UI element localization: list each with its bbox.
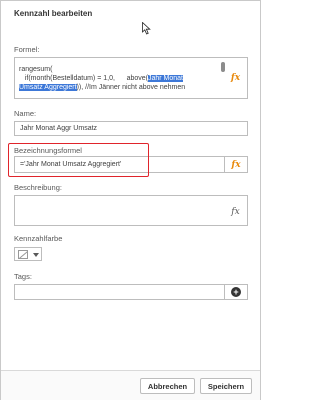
dialog-header: Kennzahl bearbeiten — [1, 1, 260, 25]
formula-label: Formel: — [14, 45, 40, 54]
name-input[interactable]: Jahr Monat Aggr Umsatz — [20, 125, 97, 132]
tags-field[interactable]: + — [14, 284, 248, 300]
save-button[interactable]: Speichern — [200, 378, 252, 394]
color-swatch-icon — [18, 250, 28, 259]
plus-circle-icon: + — [231, 287, 241, 297]
name-field[interactable]: Jahr Monat Aggr Umsatz — [14, 121, 248, 136]
formula-fx-icon[interactable]: fx — [224, 70, 247, 86]
formula-line-1: rangesum( — [19, 66, 53, 73]
description-field[interactable]: fx — [14, 195, 248, 226]
formula-selection-2: Umsatz Aggregiert — [19, 84, 77, 91]
dialog-footer: Abbrechen Speichern — [1, 370, 260, 400]
tags-label: Tags: — [14, 272, 32, 281]
mouse-cursor-icon — [142, 22, 151, 35]
edit-measure-dialog: Kennzahl bearbeiten Formel: rangesum( if… — [0, 0, 261, 400]
formula-field[interactable]: rangesum( if(month(Bestelldatum) = 1,0, … — [14, 57, 248, 99]
color-label: Kennzahlfarbe — [14, 234, 63, 243]
formula-line-3: )), //Im Jänner nicht above nehmen — [76, 84, 186, 91]
name-label: Name: — [14, 109, 37, 118]
cancel-button[interactable]: Abbrechen — [140, 378, 195, 394]
dialog-title: Kennzahl bearbeiten — [14, 9, 93, 18]
formula-line-2: if(month(Bestelldatum) = 1,0, above( — [19, 75, 148, 82]
label-expression-fx-icon[interactable]: fx — [224, 157, 247, 172]
description-label: Beschreibung: — [14, 183, 62, 192]
formula-selection-1: Jahr Monat — [147, 75, 184, 82]
red-callout-box — [8, 143, 149, 177]
add-tag-button[interactable]: + — [224, 285, 247, 299]
chevron-down-icon — [33, 253, 39, 257]
description-fx-icon[interactable]: fx — [224, 204, 247, 220]
formula-editor[interactable]: rangesum( if(month(Bestelldatum) = 1,0, … — [19, 65, 214, 92]
color-picker-button[interactable] — [14, 247, 42, 261]
